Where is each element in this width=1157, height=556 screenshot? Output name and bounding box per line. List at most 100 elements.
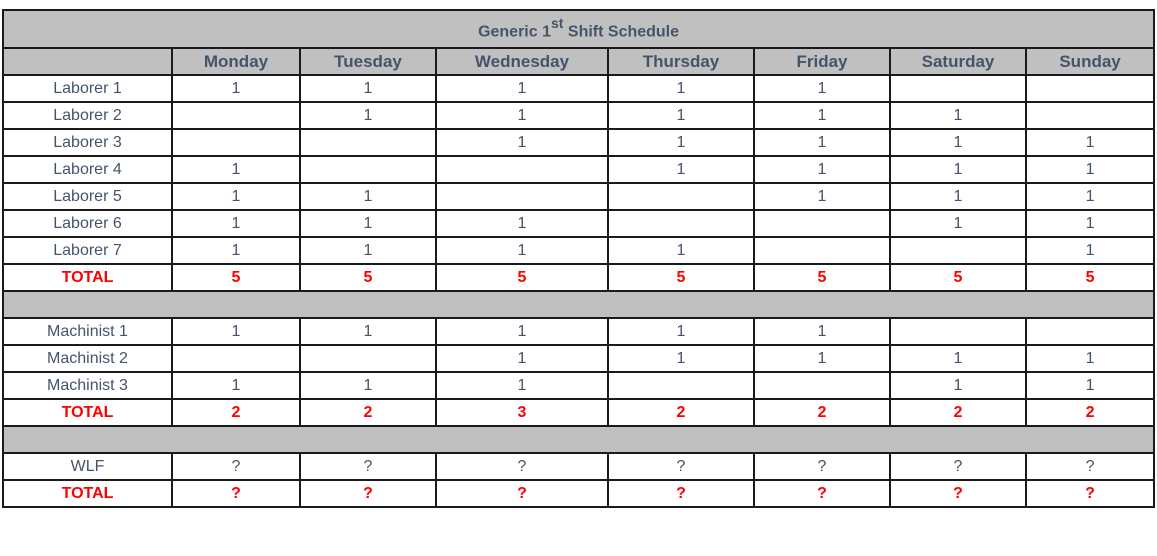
cell-wednesday: ? bbox=[435, 479, 609, 508]
cell-tuesday: 1 bbox=[299, 209, 437, 238]
cell-monday: 1 bbox=[171, 371, 301, 400]
row-label: TOTAL bbox=[2, 479, 173, 508]
schedule-row: Laborer 511111 bbox=[2, 182, 1156, 211]
cell-friday bbox=[753, 209, 891, 238]
cell-tuesday: 5 bbox=[299, 263, 437, 292]
shift-schedule-table: Generic 1st Shift Schedule Monday Tuesday… bbox=[1, 9, 1156, 508]
cell-monday: ? bbox=[171, 479, 301, 508]
header-corner-cell bbox=[2, 47, 173, 76]
row-label: Laborer 1 bbox=[2, 74, 173, 103]
row-label: Machinist 2 bbox=[2, 344, 173, 373]
cell-monday: 1 bbox=[171, 317, 301, 346]
cell-wednesday: 1 bbox=[435, 371, 609, 400]
cell-sunday: 1 bbox=[1024, 182, 1156, 211]
cell-thursday: 1 bbox=[607, 155, 755, 184]
cell-monday bbox=[171, 101, 301, 130]
cell-sunday: 1 bbox=[1024, 344, 1156, 373]
row-label: Laborer 3 bbox=[2, 128, 173, 157]
total-row: TOTAL??????? bbox=[2, 479, 1156, 508]
schedule-row: Machinist 211111 bbox=[2, 344, 1156, 373]
cell-wednesday bbox=[435, 155, 609, 184]
row-label: Laborer 7 bbox=[2, 236, 173, 265]
cell-tuesday: 2 bbox=[299, 398, 437, 427]
total-row: TOTAL 5 5 5 5 5 5 5 bbox=[2, 263, 1156, 292]
cell-saturday: 1 bbox=[889, 128, 1027, 157]
cell-thursday bbox=[607, 209, 755, 238]
cell-wednesday: 1 bbox=[435, 74, 609, 103]
row-label: Laborer 4 bbox=[2, 155, 173, 184]
cell-tuesday bbox=[299, 155, 437, 184]
cell-thursday: 1 bbox=[607, 317, 755, 346]
schedule-row: WLF??????? bbox=[2, 452, 1156, 481]
schedule-row: Laborer 711111 bbox=[2, 236, 1156, 265]
cell-thursday: ? bbox=[607, 479, 755, 508]
total-row: TOTAL 2 2 3 2 2 2 2 bbox=[2, 398, 1156, 427]
cell-saturday: 1 bbox=[889, 371, 1027, 400]
cell-friday bbox=[753, 371, 891, 400]
cell-thursday: 1 bbox=[607, 101, 755, 130]
cell-saturday bbox=[889, 74, 1027, 103]
cell-thursday: 2 bbox=[607, 398, 755, 427]
schedule-row: Laborer 611111 bbox=[2, 209, 1156, 238]
cell-thursday: 1 bbox=[607, 128, 755, 157]
cell-thursday: 5 bbox=[607, 263, 755, 292]
title-main: Generic 1 bbox=[478, 23, 551, 41]
cell-wednesday bbox=[435, 182, 609, 211]
cell-monday: 1 bbox=[171, 74, 301, 103]
cell-monday: 1 bbox=[171, 236, 301, 265]
cell-wednesday: ? bbox=[435, 452, 609, 481]
section-separator-row bbox=[1, 290, 1156, 319]
cell-thursday: 1 bbox=[607, 74, 755, 103]
separator-cell bbox=[1, 425, 1156, 454]
cell-wednesday: 1 bbox=[435, 344, 609, 373]
cell-friday: 1 bbox=[753, 344, 891, 373]
cell-thursday: 1 bbox=[607, 236, 755, 265]
cell-friday: 1 bbox=[753, 317, 891, 346]
cell-sunday: 1 bbox=[1024, 209, 1156, 238]
schedule-row: Laborer 211111 bbox=[2, 101, 1156, 130]
cell-friday: ? bbox=[753, 479, 891, 508]
cell-saturday: 2 bbox=[889, 398, 1027, 427]
cell-saturday bbox=[889, 236, 1027, 265]
cell-sunday: 2 bbox=[1024, 398, 1156, 427]
cell-sunday: ? bbox=[1024, 452, 1156, 481]
cell-monday: 1 bbox=[171, 155, 301, 184]
cell-sunday bbox=[1024, 74, 1156, 103]
cell-monday bbox=[171, 128, 301, 157]
cell-tuesday: ? bbox=[299, 479, 437, 508]
cell-tuesday bbox=[299, 344, 437, 373]
cell-wednesday: 1 bbox=[435, 128, 609, 157]
cell-tuesday: ? bbox=[299, 452, 437, 481]
cell-wednesday: 1 bbox=[435, 101, 609, 130]
cell-wednesday: 5 bbox=[435, 263, 609, 292]
day-header-row: Monday Tuesday Wednesday Thursday Friday Satu… bbox=[2, 47, 1156, 76]
cell-thursday: ? bbox=[607, 452, 755, 481]
cell-sunday: 1 bbox=[1024, 236, 1156, 265]
cell-tuesday: 1 bbox=[299, 101, 437, 130]
cell-thursday bbox=[607, 182, 755, 211]
cell-monday: 1 bbox=[171, 182, 301, 211]
row-label: Laborer 2 bbox=[2, 101, 173, 130]
row-label: Laborer 6 bbox=[2, 209, 173, 238]
cell-saturday: 1 bbox=[889, 344, 1027, 373]
cell-sunday: 1 bbox=[1024, 128, 1156, 157]
day-header-thursday: Thursday bbox=[607, 47, 755, 76]
cell-thursday: 1 bbox=[607, 344, 755, 373]
cell-tuesday: 1 bbox=[299, 317, 437, 346]
title-superscript: st bbox=[551, 14, 564, 31]
day-header-friday: Friday bbox=[753, 47, 891, 76]
cell-tuesday: 1 bbox=[299, 236, 437, 265]
day-header-wednesday: Wednesday bbox=[435, 47, 609, 76]
cell-tuesday: 1 bbox=[299, 74, 437, 103]
schedule-row: Laborer 311111 bbox=[2, 128, 1156, 157]
cell-friday: 2 bbox=[753, 398, 891, 427]
cell-sunday: 5 bbox=[1024, 263, 1156, 292]
row-label: Machinist 3 bbox=[2, 371, 173, 400]
cell-friday: 1 bbox=[753, 128, 891, 157]
cell-sunday bbox=[1024, 101, 1156, 130]
cell-friday: 5 bbox=[753, 263, 891, 292]
schedule-title: Generic 1st Shift Schedule bbox=[1, 9, 1156, 49]
day-header-monday: Monday bbox=[171, 47, 301, 76]
cell-friday: ? bbox=[753, 452, 891, 481]
separator-cell bbox=[1, 290, 1156, 319]
